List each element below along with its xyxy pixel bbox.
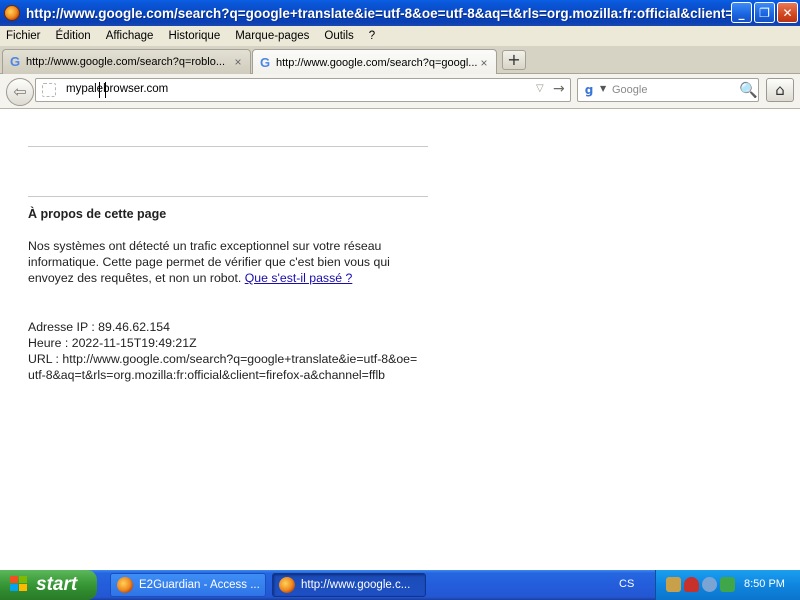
what-happened-link[interactable]: Que s'est-il passé ? [245,271,353,285]
ip-address-text: Adresse IP : 89.46.62.154 [28,320,170,334]
tab-google-translate-search[interactable]: G http://www.google.com/search?q=googl..… [252,49,497,75]
language-indicator[interactable]: CS [619,578,634,590]
menu-marque-pages[interactable]: Marque-pages [228,30,317,42]
security-shield-icon[interactable] [684,577,699,592]
go-arrow-icon[interactable]: → [553,81,565,97]
maximize-button[interactable]: ❐ [754,2,775,23]
firefox-icon [279,577,295,593]
firefox-icon [117,577,133,593]
tab-bar: G http://www.google.com/search?q=roblo..… [0,46,800,75]
start-label: start [36,574,78,595]
divider [28,146,428,147]
update-icon[interactable] [720,577,735,592]
time-text: Heure : 2022-11-15T19:49:21Z [28,336,197,350]
clock[interactable]: 8:50 PM [744,578,785,590]
taskbar-item-e2guardian[interactable]: E2Guardian - Access ... [110,573,266,597]
title-bar: http://www.google.com/search?q=google+tr… [0,0,800,26]
divider [28,196,428,197]
page-heading: À propos de cette page [28,207,167,221]
taskbar-item-label: E2Guardian - Access ... [139,579,260,591]
taskbar-item-label: http://www.google.c... [301,579,411,591]
search-icon[interactable]: 🔍 [739,81,758,99]
engine-dropdown-icon[interactable]: ▼ [600,84,606,93]
menu-bar: Fichier Édition Affichage Historique Mar… [0,26,800,46]
search-bar[interactable]: g ▼ Google 🔍 [577,78,759,102]
tab-roblox-search[interactable]: G http://www.google.com/search?q=roblo..… [2,49,251,74]
url-input[interactable]: mypalebrowser.com [66,83,168,95]
site-identity-icon[interactable] [42,83,56,97]
windows-logo-icon [10,576,30,594]
menu-outils[interactable]: Outils [317,30,361,42]
firefox-icon [4,5,20,21]
google-engine-icon[interactable]: g [582,83,596,97]
tab-close-icon[interactable]: × [231,55,245,69]
url-text: URL : http://www.google.com/search?q=goo… [28,352,418,382]
url-bar[interactable]: mypalebrowser.com ▽ → [35,78,571,102]
taskbar-item-google[interactable]: http://www.google.c... [272,573,426,597]
start-button[interactable]: start [0,570,97,600]
text-cursor-icon [99,82,106,98]
explanation-text: Nos systèmes ont détecté un trafic excep… [28,238,418,286]
window-title: http://www.google.com/search?q=google+tr… [26,5,732,21]
home-button[interactable]: ⌂ [766,78,794,102]
google-favicon-icon: G [259,54,271,70]
taskbar: start E2Guardian - Access ... http://www… [0,570,800,600]
back-button[interactable]: ⇦ [6,78,34,106]
close-button[interactable]: ✕ [777,2,798,23]
system-tray: 8:50 PM [655,570,800,600]
volume-icon[interactable] [702,577,717,592]
google-favicon-icon: G [9,54,21,69]
tab-close-icon[interactable]: × [477,56,491,70]
tab-label: http://www.google.com/search?q=roblo... [26,56,226,68]
network-icon[interactable] [666,577,681,592]
menu-fichier[interactable]: Fichier [0,30,49,42]
search-input[interactable]: Google [612,84,647,96]
menu-edition[interactable]: Édition [49,30,99,42]
menu-help[interactable]: ? [362,30,383,42]
menu-affichage[interactable]: Affichage [99,30,162,42]
new-tab-button[interactable]: + [502,50,526,70]
tab-label: http://www.google.com/search?q=googl... [276,56,477,69]
page-content: À propos de cette page Nos systèmes ont … [0,110,800,570]
history-dropdown-icon[interactable]: ▽ [536,83,544,94]
menu-historique[interactable]: Historique [161,30,228,42]
request-info: Adresse IP : 89.46.62.154 Heure : 2022-1… [28,319,418,383]
minimize-button[interactable]: _ [731,2,752,23]
